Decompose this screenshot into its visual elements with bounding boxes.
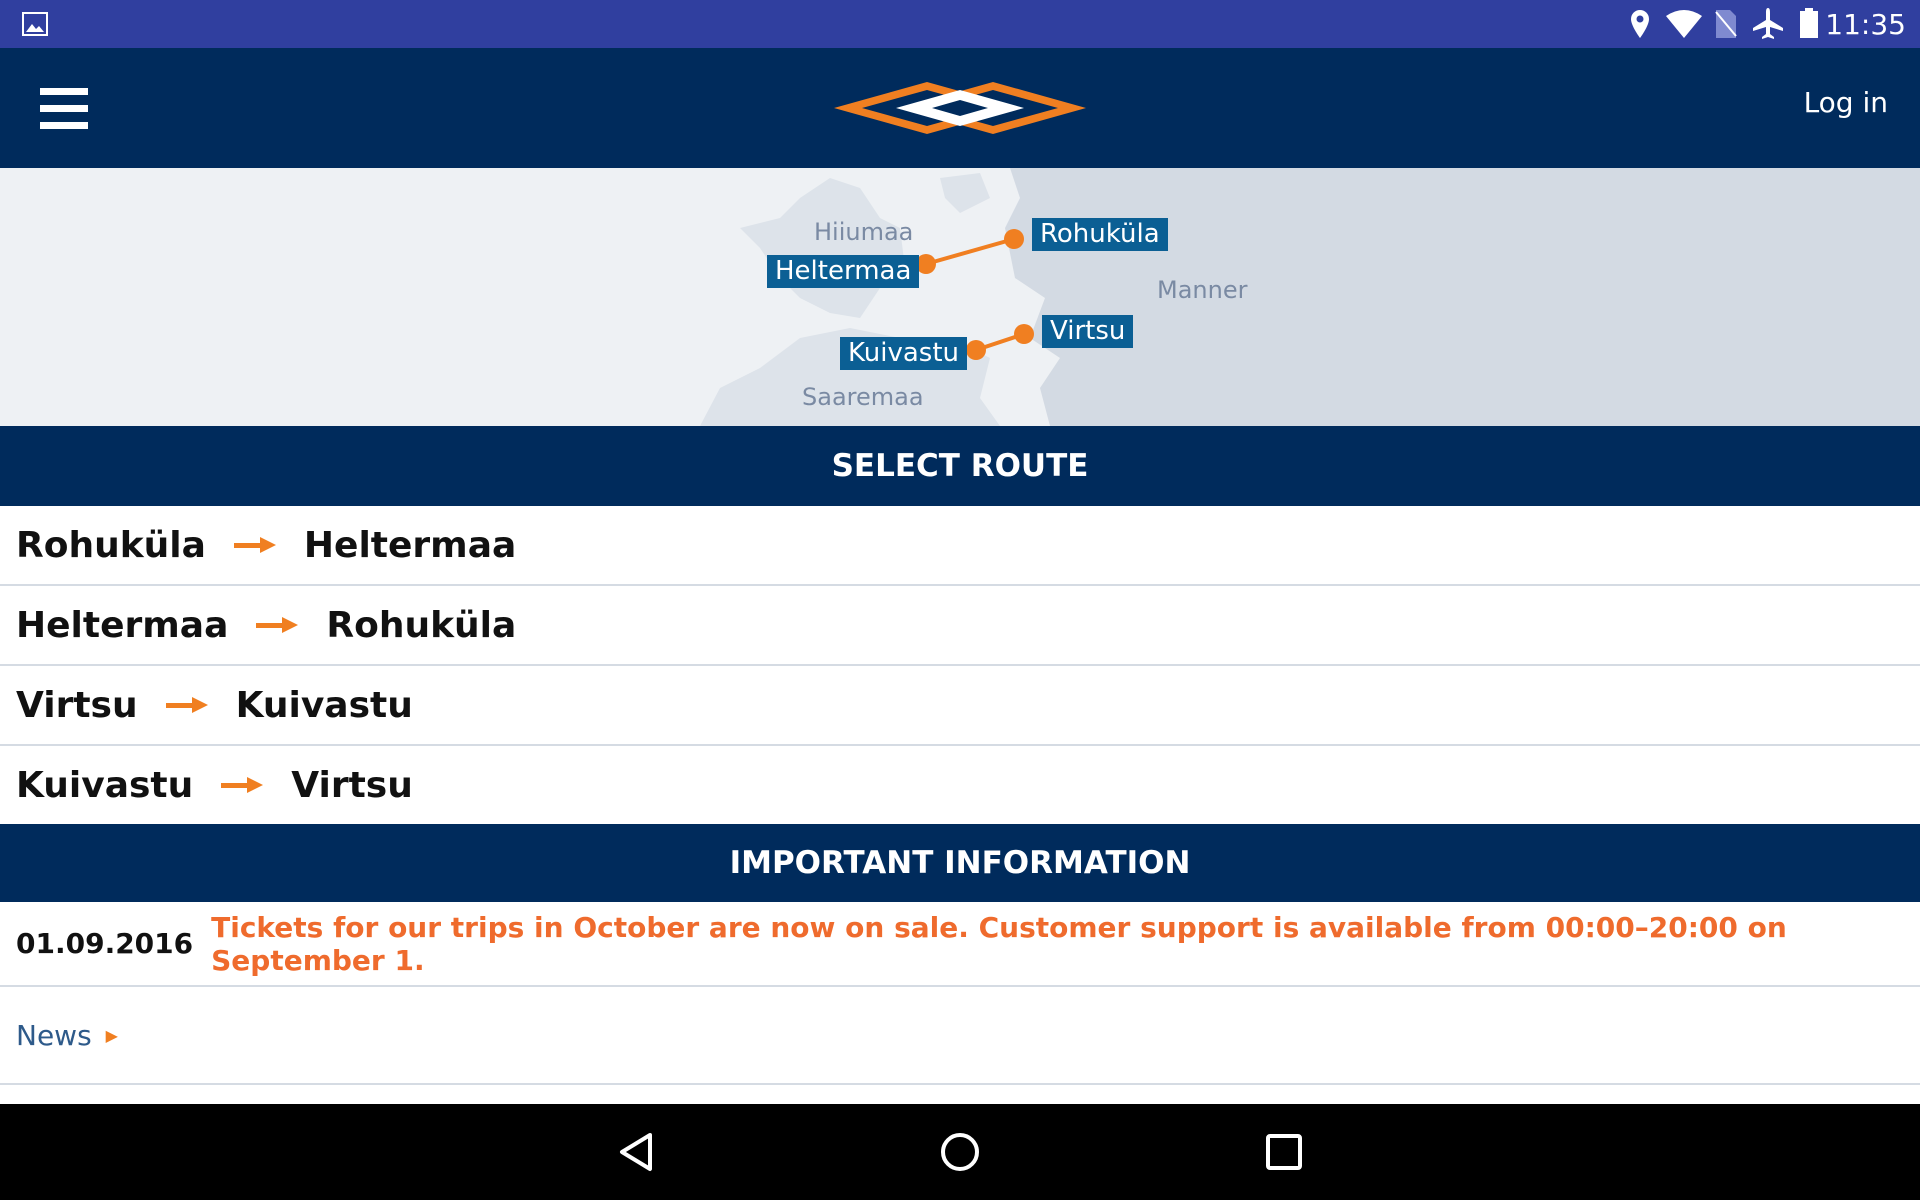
location-icon [1631, 10, 1649, 38]
arrow-right-icon [256, 616, 299, 634]
route-from: Kuivastu [16, 764, 194, 806]
route-from: Virtsu [16, 684, 138, 726]
ferry-logo[interactable] [834, 82, 1086, 134]
route-to: Kuivastu [235, 684, 413, 726]
route-lines [916, 229, 1034, 360]
image-icon [22, 12, 48, 36]
battery-icon [1800, 8, 1818, 38]
port-dot-kuivastu [966, 340, 986, 360]
arrow-right-icon [165, 696, 208, 714]
route-line-hiiumaa [925, 237, 1015, 266]
port-label-virtsu[interactable]: Virtsu [1042, 315, 1134, 348]
app-header: Log in [0, 48, 1920, 168]
route-map: Hiiumaa Saaremaa Manner Rohuküla Helterm… [0, 168, 1920, 426]
port-dot-rohukula [1004, 229, 1024, 249]
arrow-right-icon [221, 776, 264, 794]
info-date: 01.09.2016 [16, 927, 194, 960]
route-to: Rohuküla [326, 604, 517, 646]
route-to: Heltermaa [303, 524, 517, 566]
arrow-right-icon [233, 536, 276, 554]
route-item[interactable]: Virtsu Kuivastu [0, 666, 1920, 746]
hamburger-icon[interactable] [40, 88, 88, 129]
port-label-rohukula[interactable]: Rohuküla [1032, 218, 1168, 251]
airplane-icon [1753, 8, 1783, 39]
status-bar: 11:35 [0, 0, 1920, 48]
route-to: Virtsu [291, 764, 413, 806]
home-button[interactable] [940, 1132, 980, 1176]
no-sim-icon [1715, 10, 1737, 38]
recents-button[interactable] [1266, 1132, 1302, 1176]
news-label: News [16, 1018, 92, 1052]
back-button[interactable] [618, 1132, 654, 1176]
select-route-heading: SELECT ROUTE [0, 426, 1920, 506]
route-item[interactable]: Heltermaa Rohuküla [0, 586, 1920, 666]
route-from: Heltermaa [16, 604, 229, 646]
port-label-heltermaa[interactable]: Heltermaa [767, 255, 920, 288]
wifi-icon [1666, 10, 1702, 38]
info-item: 01.09.2016 Tickets for our trips in Octo… [0, 902, 1920, 987]
port-label-kuivastu[interactable]: Kuivastu [840, 337, 967, 370]
important-info-heading: IMPORTANT INFORMATION [0, 824, 1920, 902]
login-link[interactable]: Log in [1804, 86, 1888, 119]
info-message-link[interactable]: Tickets for our trips in October are now… [211, 911, 1920, 977]
port-dot-virtsu [1014, 324, 1034, 344]
clock: 11:35 [1825, 8, 1906, 41]
android-nav-bar [0, 1104, 1920, 1200]
route-item[interactable]: Rohuküla Heltermaa [0, 506, 1920, 586]
route-from: Rohuküla [16, 524, 206, 566]
route-item[interactable]: Kuivastu Virtsu [0, 745, 1920, 825]
triangle-right-icon: ▶ [105, 1025, 118, 1045]
news-link[interactable]: News ▶ [0, 987, 1920, 1085]
